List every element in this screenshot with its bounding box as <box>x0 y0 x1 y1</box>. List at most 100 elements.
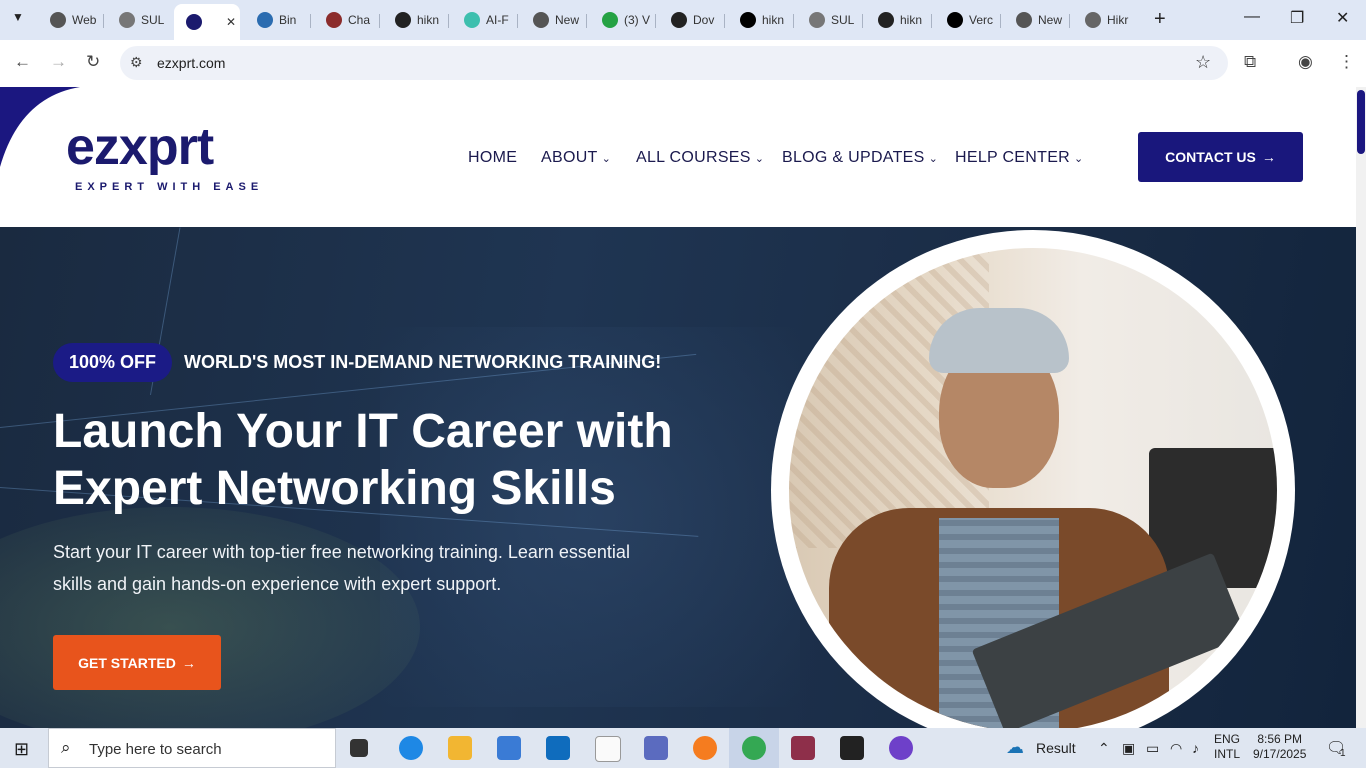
site-logo[interactable]: ezxprt <box>66 117 214 177</box>
meet-icon[interactable]: ▣ <box>1122 740 1135 757</box>
promo-row: 100% OFF WORLD'S MOST IN-DEMAND NETWORKI… <box>53 343 661 382</box>
tab-strip: ▼ Web SUL ✕ Bin Cha hikn AI-F New (3) V Dov hikn SU… <box>0 0 1366 40</box>
browser-tab[interactable]: hikn <box>383 6 445 34</box>
language-indicator[interactable]: ENG INTL <box>1214 732 1240 762</box>
forward-icon[interactable]: → <box>50 52 67 72</box>
tab-favicon-icon <box>464 12 480 28</box>
hero-title-line1: Launch Your IT Career with <box>53 405 673 458</box>
hero-subtitle: Start your IT career with top-tier free … <box>53 542 630 594</box>
hero-section: 100% OFF WORLD'S MOST IN-DEMAND NETWORKI… <box>0 227 1356 728</box>
nav-all-courses[interactable]: ALL COURSES ⌄ <box>636 149 764 167</box>
browser-tab[interactable]: hikn <box>866 6 928 34</box>
tab-favicon-icon <box>395 12 411 28</box>
browser-tab[interactable]: Dov <box>659 6 721 34</box>
clock[interactable]: 8:56 PM 9/17/2025 <box>1253 732 1306 762</box>
tab-favicon-icon <box>533 12 549 28</box>
clock-date: 9/17/2025 <box>1253 747 1307 761</box>
search-icon: ⌕ <box>61 738 71 757</box>
tab-favicon-icon <box>671 12 687 28</box>
file-explorer-icon[interactable] <box>448 736 472 760</box>
notification-count: 1 <box>1340 748 1346 759</box>
profile-icon[interactable]: ◉ <box>1298 52 1313 72</box>
wifi-icon[interactable]: ◠ <box>1170 740 1182 757</box>
tab-favicon-icon <box>257 12 273 28</box>
browser-tab[interactable]: hikn <box>728 6 790 34</box>
tab-separator <box>103 14 104 28</box>
browser-tab[interactable]: AI-F <box>452 6 514 34</box>
nav-about[interactable]: ABOUT ⌄ <box>541 149 611 167</box>
photo-cap <box>929 308 1069 373</box>
chrome-icon[interactable] <box>742 736 766 760</box>
tab-favicon-icon <box>1085 12 1101 28</box>
windows-start-icon[interactable]: ⊞ <box>14 739 29 760</box>
notepad-icon[interactable] <box>595 736 621 762</box>
contact-us-button[interactable]: CONTACT US → <box>1138 132 1303 182</box>
extensions-icon[interactable]: ⧉ <box>1244 52 1256 72</box>
browser-tab[interactable]: SUL <box>797 6 859 34</box>
browser-tab[interactable]: Cha <box>314 6 376 34</box>
browser-tab[interactable]: Bin <box>245 6 307 34</box>
tab-separator <box>448 14 449 28</box>
tab-title: Cha <box>348 13 371 27</box>
url-text[interactable]: ezxprt.com <box>157 55 225 71</box>
bookmark-star-icon[interactable]: ☆ <box>1195 52 1211 73</box>
nav-about-label: ABOUT <box>541 149 598 166</box>
winrar-icon[interactable] <box>791 736 815 760</box>
menu-kebab-icon[interactable]: ⋮ <box>1338 52 1355 72</box>
outlook-icon[interactable] <box>546 736 570 760</box>
browser-tab[interactable]: (3) V <box>590 6 652 34</box>
tab-separator <box>793 14 794 28</box>
browser-tab[interactable]: ✕ <box>174 4 240 40</box>
windows-taskbar: ⊞ ⌕ Type here to search ☁ Result ⌃ ▣ ▭ ◠… <box>0 728 1366 768</box>
new-tab-button[interactable]: + <box>1154 8 1166 31</box>
terminal-icon[interactable] <box>840 736 864 760</box>
tab-separator <box>310 14 311 28</box>
tray-chevron-icon[interactable]: ⌃ <box>1098 740 1110 757</box>
get-started-label: GET STARTED <box>78 654 176 671</box>
taskbar-search[interactable]: ⌕ Type here to search <box>48 728 336 768</box>
nav-blog-label: BLOG & UPDATES <box>782 149 925 166</box>
close-window-icon[interactable]: ✕ <box>1336 8 1349 28</box>
tab-search-chevron-icon[interactable]: ▼ <box>12 10 24 24</box>
battery-icon[interactable]: ▭ <box>1146 740 1159 757</box>
page-scrollbar[interactable] <box>1356 87 1366 728</box>
restore-icon[interactable]: ❐ <box>1290 8 1304 28</box>
chevron-down-icon: ⌄ <box>601 153 612 165</box>
browser-tab[interactable]: New <box>521 6 583 34</box>
discount-badge: 100% OFF <box>53 343 173 382</box>
tab-title: SUL <box>141 13 165 27</box>
tab-favicon-icon <box>947 12 963 28</box>
close-tab-icon[interactable]: ✕ <box>226 15 236 29</box>
minimize-icon[interactable]: — <box>1244 8 1260 26</box>
nav-home[interactable]: HOME <box>468 149 517 167</box>
tab-title: AI-F <box>486 13 509 27</box>
network-tool-icon[interactable] <box>644 736 668 760</box>
weather-icon[interactable]: ☁ <box>1006 737 1024 758</box>
nav-help-center[interactable]: HELP CENTER ⌄ <box>955 149 1084 167</box>
volume-icon[interactable]: ♪ <box>1192 740 1199 756</box>
store-icon[interactable] <box>497 736 521 760</box>
browser-tab[interactable]: Web <box>38 6 100 34</box>
scrollbar-thumb[interactable] <box>1357 90 1365 154</box>
get-started-button[interactable]: GET STARTED → <box>53 635 221 690</box>
reload-icon[interactable]: ↻ <box>86 52 100 72</box>
browser-tab[interactable]: SUL <box>107 6 169 34</box>
tab-favicon-icon <box>186 14 202 30</box>
omnibox[interactable]: ⚙ ezxprt.com ☆ <box>120 46 1228 80</box>
edge-icon[interactable] <box>399 736 423 760</box>
back-icon[interactable]: ← <box>14 52 31 72</box>
browser-tab[interactable]: Hikr <box>1073 6 1135 34</box>
github-desktop-icon[interactable] <box>889 736 913 760</box>
tab-title: Dov <box>693 13 715 27</box>
weather-text[interactable]: Result <box>1036 740 1076 756</box>
tab-separator <box>931 14 932 28</box>
site-info-icon[interactable]: ⚙ <box>130 54 143 71</box>
task-view-icon[interactable] <box>350 739 368 757</box>
tab-separator <box>586 14 587 28</box>
browser-tab[interactable]: New <box>1004 6 1066 34</box>
browser-tab[interactable]: Verc <box>935 6 997 34</box>
tab-title: Hikr <box>1107 13 1129 27</box>
firefox-icon[interactable] <box>693 736 717 760</box>
tab-title: Verc <box>969 13 994 27</box>
nav-blog-updates[interactable]: BLOG & UPDATES ⌄ <box>782 149 938 167</box>
